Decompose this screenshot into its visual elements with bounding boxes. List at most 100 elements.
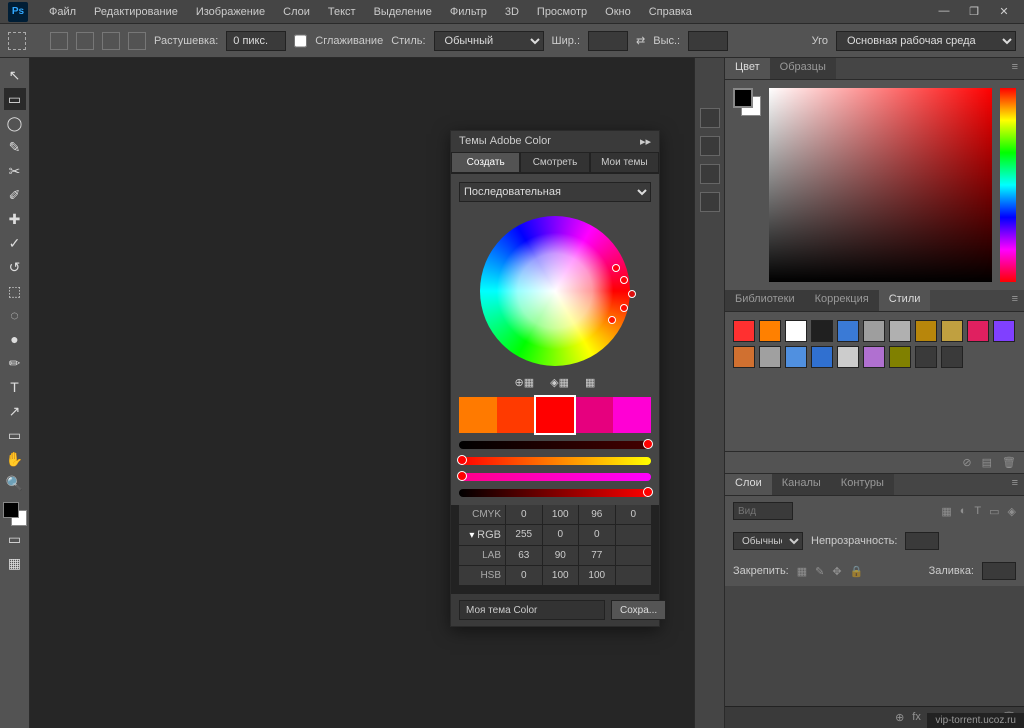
collapsed-panel-icon-2[interactable] — [700, 136, 720, 156]
styles-panel-menu-icon[interactable]: ≡ — [1006, 290, 1024, 311]
gradient-tool[interactable]: ◌ — [4, 304, 26, 326]
result-swatch-4[interactable] — [613, 397, 651, 433]
menu-file[interactable]: Файл — [40, 6, 85, 18]
lock-pixels-icon[interactable]: ✎ — [815, 565, 824, 578]
lab-label[interactable]: LAB — [459, 546, 505, 565]
style-swatch-5[interactable] — [863, 320, 885, 342]
crop-tool[interactable]: ✂ — [4, 160, 26, 182]
eyedropper-tool[interactable]: ✐ — [4, 184, 26, 206]
menu-select[interactable]: Выделение — [365, 6, 441, 18]
hsb-h[interactable]: 0 — [506, 566, 542, 585]
style-swatch-11[interactable] — [733, 346, 755, 368]
marquee-tool[interactable]: ▭ — [4, 88, 26, 110]
brightness-slider-3[interactable] — [459, 473, 651, 481]
tab-layers[interactable]: Слои — [725, 474, 772, 495]
filter-shape-icon[interactable]: ▭ — [989, 505, 999, 518]
path-tool[interactable]: ↗ — [4, 400, 26, 422]
color-wheel[interactable] — [480, 216, 630, 366]
lock-transparency-icon[interactable]: ▦ — [797, 565, 807, 578]
collapsed-panel-icon-1[interactable] — [700, 108, 720, 128]
screenmode-tool[interactable]: ▦ — [4, 552, 26, 574]
menu-edit[interactable]: Редактирование — [85, 6, 187, 18]
hsb-s[interactable]: 100 — [543, 566, 579, 585]
color-field[interactable] — [769, 88, 992, 282]
style-swatch-15[interactable] — [837, 346, 859, 368]
tab-browse[interactable]: Смотреть — [520, 152, 589, 173]
tab-channels[interactable]: Каналы — [772, 474, 831, 495]
style-swatch-1[interactable] — [759, 320, 781, 342]
layers-panel-menu-icon[interactable]: ≡ — [1006, 474, 1024, 495]
wand-tool[interactable]: ✎ — [4, 136, 26, 158]
style-swatch-7[interactable] — [915, 320, 937, 342]
collapsed-panel-icon-4[interactable] — [700, 192, 720, 212]
save-theme-button[interactable]: Сохра... — [611, 600, 666, 620]
link-layers-icon[interactable]: ⊕ — [895, 711, 904, 724]
hue-strip[interactable] — [1000, 88, 1016, 282]
selection-mode-add-icon[interactable] — [76, 32, 94, 50]
style-swatch-6[interactable] — [889, 320, 911, 342]
color-panel-menu-icon[interactable]: ≡ — [1006, 58, 1024, 79]
menu-window[interactable]: Окно — [596, 6, 640, 18]
lasso-tool[interactable]: ◯ — [4, 112, 26, 134]
menu-text[interactable]: Текст — [319, 6, 365, 18]
color-swatch-pair[interactable] — [733, 88, 761, 116]
style-swatch-3[interactable] — [811, 320, 833, 342]
fill-input[interactable] — [982, 562, 1016, 580]
rgb-b[interactable]: 0 — [579, 525, 615, 545]
lock-position-icon[interactable]: ✥ — [832, 565, 841, 578]
style-swatch-17[interactable] — [889, 346, 911, 368]
selection-mode-subtract-icon[interactable] — [102, 32, 120, 50]
cmyk-m[interactable]: 100 — [543, 505, 579, 524]
style-swatch-12[interactable] — [759, 346, 781, 368]
lab-b[interactable]: 77 — [579, 546, 615, 565]
selection-mode-intersect-icon[interactable] — [128, 32, 146, 50]
blend-mode-select[interactable]: Обычные — [733, 532, 803, 550]
tab-adjustments[interactable]: Коррекция — [805, 290, 879, 311]
layers-filter-type[interactable] — [733, 502, 793, 520]
blur-tool[interactable]: ● — [4, 328, 26, 350]
panel-collapse-icon[interactable]: ▸▸ — [640, 135, 651, 148]
lab-l[interactable]: 63 — [506, 546, 542, 565]
collapsed-panel-icon-3[interactable] — [700, 164, 720, 184]
wheel-tool-add-icon[interactable]: ⊕▦ — [515, 376, 535, 389]
pen-tool[interactable]: ✏ — [4, 352, 26, 374]
style-swatch-empty-0[interactable] — [915, 346, 937, 368]
layer-fx-icon[interactable]: fx — [912, 711, 921, 724]
menu-filter[interactable]: Фильтр — [441, 6, 496, 18]
cmyk-c[interactable]: 0 — [506, 505, 542, 524]
style-swatch-8[interactable] — [941, 320, 963, 342]
style-swatch-4[interactable] — [837, 320, 859, 342]
menu-view[interactable]: Просмотр — [528, 6, 596, 18]
width-input[interactable] — [588, 31, 628, 51]
style-swatch-empty-1[interactable] — [941, 346, 963, 368]
rgb-r[interactable]: 255 — [506, 525, 542, 545]
color-swatches[interactable] — [3, 502, 27, 526]
tab-color[interactable]: Цвет — [725, 58, 770, 79]
filter-pixel-icon[interactable]: ▦ — [941, 505, 951, 518]
maximize-icon[interactable]: ❐ — [966, 5, 982, 18]
selection-mode-new-icon[interactable] — [50, 32, 68, 50]
stamp-tool[interactable]: ↺ — [4, 256, 26, 278]
feather-input[interactable] — [226, 31, 286, 51]
wheel-marker-1[interactable] — [620, 276, 628, 284]
hsb-b[interactable]: 100 — [579, 566, 615, 585]
menu-image[interactable]: Изображение — [187, 6, 274, 18]
theme-name-input[interactable] — [459, 600, 605, 620]
wheel-tool-grid-icon[interactable]: ▦ — [585, 376, 595, 389]
result-swatch-1[interactable] — [497, 397, 535, 433]
tab-paths[interactable]: Контуры — [831, 474, 894, 495]
fg-color-swatch[interactable] — [733, 88, 753, 108]
tab-swatches[interactable]: Образцы — [770, 58, 836, 79]
style-swatch-2[interactable] — [785, 320, 807, 342]
tab-mythemes[interactable]: Мои темы — [590, 152, 659, 173]
wheel-marker-2[interactable] — [612, 264, 620, 272]
cmyk-y[interactable]: 96 — [579, 505, 615, 524]
tab-create[interactable]: Создать — [451, 152, 520, 173]
lab-a[interactable]: 90 — [543, 546, 579, 565]
color-rule-select[interactable]: Последовательная — [459, 182, 651, 202]
wheel-marker-4[interactable] — [620, 304, 628, 312]
minimize-icon[interactable]: — — [936, 5, 952, 18]
cmyk-label[interactable]: CMYK — [459, 505, 505, 524]
result-swatch-0[interactable] — [459, 397, 497, 433]
eraser-tool[interactable]: ⬚ — [4, 280, 26, 302]
